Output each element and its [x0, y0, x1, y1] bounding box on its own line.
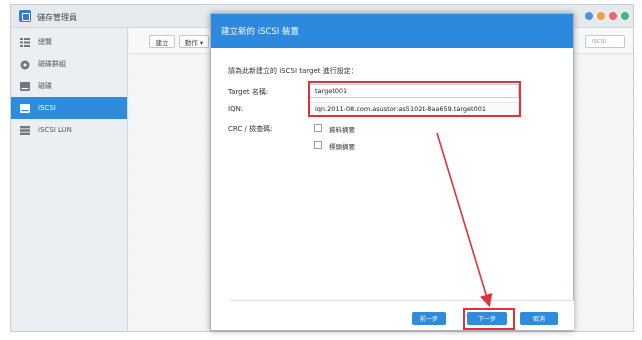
storage-manager-icon — [19, 10, 31, 22]
next-button[interactable]: 下一步 — [467, 312, 507, 325]
header-digest-label: 標頭摘要 — [329, 143, 355, 151]
prev-button[interactable]: 前一步 — [412, 312, 446, 325]
maximize-button[interactable] — [597, 12, 605, 20]
overview-icon — [20, 37, 30, 47]
dialog-body: 請為此新建立的 iSCSI target 進行設定： Target 名稱: ta… — [211, 48, 573, 298]
action-dropdown-button[interactable]: 動作 ▾ — [179, 35, 209, 48]
sidebar-item-volume[interactable]: 磁碟 — [11, 75, 127, 97]
sidebar: 總覽 磁碟群組 磁碟 iSCSI iSCSI LUN — [11, 28, 128, 331]
sidebar-item-iscsi-lun[interactable]: iSCSI LUN — [11, 119, 127, 141]
iscsi-icon — [20, 103, 30, 113]
target-name-label: Target 名稱: — [228, 88, 269, 96]
dialog-title: 建立新的 iSCSI 裝置 — [211, 14, 573, 48]
sidebar-item-label: 總覽 — [38, 38, 52, 46]
iqn-label: IQN: — [228, 105, 244, 113]
sidebar-item-label: 磁碟群組 — [38, 60, 66, 68]
search-input[interactable]: iSCSI — [585, 35, 625, 48]
app-title: 儲存管理員 — [37, 13, 77, 22]
sidebar-item-disk-group[interactable]: 磁碟群組 — [11, 53, 127, 75]
sidebar-item-overview[interactable]: 總覽 — [11, 31, 127, 53]
sidebar-item-iscsi[interactable]: iSCSI — [11, 97, 127, 119]
extra-window-button[interactable] — [621, 12, 629, 20]
dialog-footer: 前一步 下一步 取消 — [230, 300, 574, 330]
header-digest-checkbox[interactable] — [314, 141, 322, 149]
crc-label: CRC / 檢查碼: — [228, 125, 273, 133]
minimize-button[interactable] — [585, 12, 593, 20]
cancel-button[interactable]: 取消 — [520, 312, 558, 325]
create-button[interactable]: 建立 — [149, 35, 175, 48]
iqn-field[interactable]: iqn.2011-08.com.asustor:as5102t-8aa659.t… — [309, 102, 519, 116]
close-button[interactable] — [609, 12, 617, 20]
target-name-field[interactable]: target001 — [309, 84, 519, 98]
sidebar-item-label: 磁碟 — [38, 82, 52, 90]
data-digest-label: 資料摘要 — [329, 126, 355, 134]
volume-icon — [20, 81, 30, 91]
data-digest-checkbox[interactable] — [314, 124, 322, 132]
dialog-intro: 請為此新建立的 iSCSI target 進行設定： — [228, 67, 358, 75]
disk-group-icon — [20, 60, 30, 69]
sidebar-item-label: iSCSI LUN — [38, 126, 72, 134]
create-iscsi-dialog: 建立新的 iSCSI 裝置 請為此新建立的 iSCSI target 進行設定：… — [210, 13, 574, 331]
lun-icon — [20, 125, 30, 135]
sidebar-item-label: iSCSI — [38, 104, 56, 112]
